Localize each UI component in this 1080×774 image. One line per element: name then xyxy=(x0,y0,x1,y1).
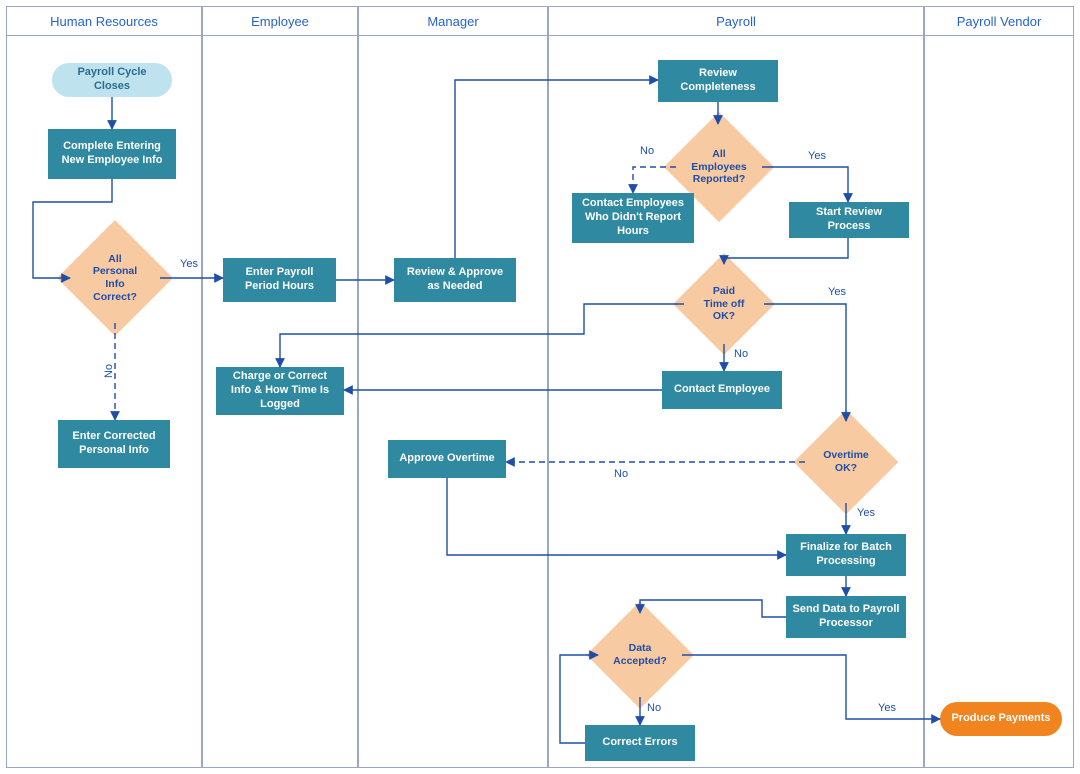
decision-data-accepted: Data Accepted? xyxy=(602,617,678,693)
process-review-complete: Review Completeness xyxy=(658,60,778,102)
decision-pto-ok: Paid Time off OK? xyxy=(688,268,760,340)
lane-body-manager xyxy=(358,36,548,768)
lane-body-vendor xyxy=(924,36,1074,768)
process-send-data: Send Data to Payroll Processor xyxy=(786,596,906,638)
label-ot-yes: Yes xyxy=(857,507,875,519)
process-complete-enter: Complete Entering New Employee Info xyxy=(48,129,176,179)
lane-header-hr: Human Resources xyxy=(6,6,202,36)
label-allemp-no: No xyxy=(640,145,654,157)
lane-header-manager: Manager xyxy=(358,6,548,36)
process-approve-ot: Approve Overtime xyxy=(388,440,506,478)
process-finalize: Finalize for Batch Processing xyxy=(786,534,906,576)
process-review-approve: Review & Approve as Needed xyxy=(394,258,516,302)
process-contact-emp: Contact Employees Who Didn't Report Hour… xyxy=(572,193,694,243)
process-contact-emp2: Contact Employee xyxy=(662,371,782,409)
label-allinfo-no: No xyxy=(103,364,115,378)
lane-header-employee: Employee xyxy=(202,6,358,36)
label-pto-yes: Yes xyxy=(828,286,846,298)
process-charge-correct: Charge or Correct Info & How Time Is Log… xyxy=(216,367,344,415)
label-pto-no: No xyxy=(734,348,748,360)
decision-all-info: All Personal Info Correct? xyxy=(74,237,156,319)
process-start-review: Start Review Process xyxy=(789,202,909,238)
label-allinfo-yes: Yes xyxy=(180,258,198,270)
lane-header-vendor: Payroll Vendor xyxy=(924,6,1074,36)
process-correct-errors: Correct Errors xyxy=(585,725,695,761)
start-payroll-cycle: Payroll Cycle Closes xyxy=(52,63,172,97)
lane-header-payroll: Payroll xyxy=(548,6,924,36)
decision-ot-ok: Overtime OK? xyxy=(809,425,883,499)
end-produce-payments: Produce Payments xyxy=(940,702,1062,736)
process-enter-corrected: Enter Corrected Personal Info xyxy=(58,420,170,468)
label-ot-no: No xyxy=(614,468,628,480)
process-enter-hours: Enter Payroll Period Hours xyxy=(223,258,336,302)
label-data-yes: Yes xyxy=(878,702,896,714)
label-allemp-yes: Yes xyxy=(808,150,826,162)
label-data-no: No xyxy=(647,702,661,714)
